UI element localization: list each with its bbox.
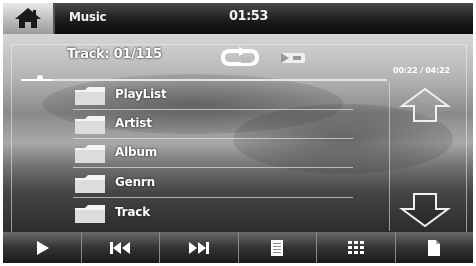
shuffle-icon[interactable] — [279, 50, 309, 66]
arrow-down-icon[interactable] — [399, 191, 451, 229]
document-icon — [428, 239, 440, 256]
app-title: Music — [69, 10, 107, 24]
total-time: 04:22 — [425, 66, 450, 75]
list-button[interactable] — [238, 232, 317, 263]
list-item[interactable]: Album — [73, 139, 353, 168]
folder-icon — [75, 175, 105, 193]
list-item[interactable]: PlayList — [73, 81, 353, 110]
list-item-label: Album — [115, 145, 158, 159]
play-icon — [37, 240, 49, 255]
previous-icon — [110, 241, 130, 254]
list-item-label: Genrn — [115, 175, 155, 189]
status-bar: Music 01:53 — [3, 3, 473, 34]
folder-icon — [75, 116, 105, 134]
folder-icon — [75, 205, 105, 223]
music-player-screen: Music 01:53 Track: 01/115 00:22 / 04:22 — [3, 3, 473, 263]
list-item[interactable]: Artist — [73, 110, 353, 139]
list-icon — [271, 239, 283, 256]
folder-icon — [75, 145, 105, 163]
home-icon — [15, 8, 41, 28]
list-item-label: Artist — [115, 116, 152, 130]
time-separator: / — [420, 66, 423, 75]
home-button[interactable] — [3, 3, 55, 34]
document-button[interactable] — [395, 232, 473, 263]
elapsed-time: 00:22 — [393, 66, 418, 75]
folder-icon — [75, 87, 105, 105]
next-button[interactable] — [159, 232, 239, 263]
previous-button[interactable] — [81, 232, 160, 263]
list-item[interactable]: Track — [73, 199, 353, 228]
play-button[interactable] — [3, 232, 82, 263]
repeat-icon[interactable] — [221, 47, 261, 67]
list-item-label: Track — [115, 205, 150, 219]
next-icon — [188, 241, 209, 254]
arrow-up-icon[interactable] — [399, 86, 451, 124]
track-label: Track: — [67, 47, 110, 62]
track-counter: Track: 01/115 — [67, 47, 162, 62]
list-divider — [389, 81, 390, 231]
list-item-label: PlayList — [115, 87, 167, 101]
clock: 01:53 — [229, 9, 268, 24]
time-readout: 00:22 / 04:22 — [393, 66, 450, 75]
progress-knob[interactable] — [37, 75, 43, 81]
grid-button[interactable] — [316, 232, 396, 263]
control-toolbar — [3, 232, 473, 263]
list-item[interactable]: Genrn — [73, 169, 353, 198]
track-position: 01/115 — [113, 47, 162, 62]
grid-icon — [347, 240, 364, 254]
